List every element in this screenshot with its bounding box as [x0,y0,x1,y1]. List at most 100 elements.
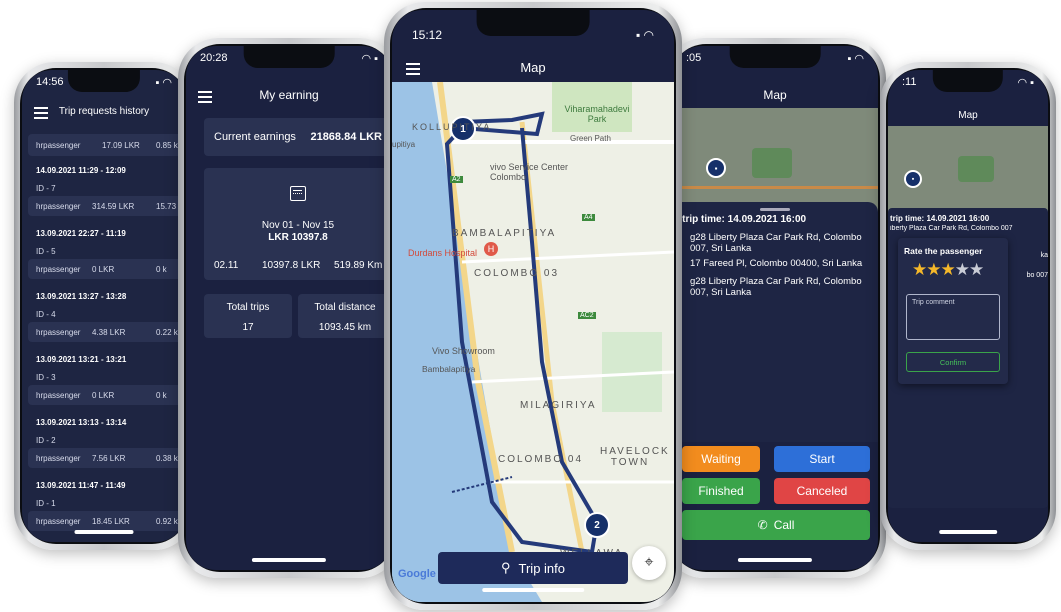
trip-id: ID - 1 [36,499,56,508]
current-earnings-label: Current earnings [214,131,296,143]
trip-id: ID - 3 [36,373,56,382]
waiting-button[interactable]: Waiting [682,446,760,472]
star-rating[interactable]: ★★★★★ [912,260,984,280]
period-distance: 519.89 Km [334,260,383,271]
my-location-button[interactable]: ⌖ [632,546,666,580]
map-label-bambalapitiya-station: Bambalapitiya [422,364,476,374]
trip-id: ID - 5 [36,247,56,256]
menu-icon[interactable] [198,88,212,106]
rate-title: Rate the passenger [904,246,983,256]
map-label-colombo03: COLOMBO 03 [474,268,560,279]
status-time: :05 [686,52,702,64]
map-label-milagiriya: MILAGIRIYA [520,400,597,411]
pickup-address: g28 Liberty Plaza Car Park Rd, Colombo 0… [690,232,862,254]
list-item[interactable]: hrpassenger 17.09 LKR 0.85 k [28,134,186,156]
map-label-durdans: Durdans Hospital [408,248,478,258]
trip-date-range: 13.09.2021 13:21 - 13:21 [36,355,127,364]
trip-id: ID - 4 [36,310,56,319]
list-item[interactable]: hrpassenger 18.45 LKR 0.92 k [28,511,186,531]
calendar-icon [290,186,306,201]
total-trips-value: 17 [242,322,254,333]
star-empty-icon[interactable]: ★ [955,260,970,279]
list-item[interactable]: hrpassenger 7.56 LKR 0.38 k [28,448,186,468]
trip-date-range: 13.09.2021 13:27 - 13:28 [36,292,127,301]
menu-icon[interactable] [34,104,48,122]
phone-trip-controls: :05 ▪ ◠ Map ▪ t trip time: 14.09.2021 16:… [664,38,886,578]
page-title: Trip requests history [58,105,150,117]
crosshair-icon: ⌖ [644,554,654,571]
confirm-button[interactable]: Confirm [906,352,1000,372]
star-filled-icon[interactable]: ★ [912,260,927,279]
status-time: 15:12 [412,28,443,42]
route-pin-icon[interactable]: ▪ [904,170,922,188]
map-label-colombo04: COLOMBO 04 [498,454,584,465]
map-label-pitiya: upitiya [392,140,416,149]
route-pin-icon[interactable]: ▪ [706,158,726,178]
road-marker-ac2: AC2 [578,312,596,319]
canceled-button[interactable]: Canceled [774,478,870,504]
dropoff-address: g28 Liberty Plaza Car Park Rd, Colombo 0… [690,276,862,298]
comment-placeholder: Trip comment [912,299,955,306]
list-item[interactable]: hrpassenger 0 LKR 0 k [28,259,186,279]
trip-date-range: 14.09.2021 11:29 - 12:09 [36,166,126,175]
period-range: Nov 01 - Nov 15 [261,220,335,231]
map-label-green-path: Green Path [570,134,611,143]
call-button[interactable]: ✆ Call [682,510,870,540]
stop-address: 17 Fareed Pl, Colombo 00400, Sri Lanka [690,258,863,269]
total-distance-value: 1093.45 km [318,322,372,333]
total-trips-label: Total trips [226,302,270,313]
finished-button[interactable]: Finished [682,478,760,504]
list-item[interactable]: hrpassenger 4.38 LKR 0.22 k [28,322,186,342]
page-title: Map [520,59,546,75]
map-canvas [392,82,674,602]
list-item[interactable]: hrpassenger 314.59 LKR 15.73 k [28,196,186,216]
period-amount: 10397.8 LKR [262,260,321,271]
status-time: 20:28 [200,52,228,64]
google-logo: Google [398,568,436,580]
star-filled-icon[interactable]: ★ [941,260,956,279]
total-distance-label: Total distance [314,302,376,313]
trip-id: ID - 2 [36,436,56,445]
address-fragment: bo 007 [1026,272,1048,279]
status-time: :11 [902,76,917,88]
period-day: 02.11 [214,260,239,271]
trip-date-range: 13.09.2021 11:47 - 11:49 [36,481,126,490]
map-label-kollupitiya: KOLLUPITIYA [412,122,492,132]
trip-comment-input[interactable]: Trip comment [906,294,1000,340]
trip-date-range: 13.09.2021 13:13 - 13:14 [36,418,127,427]
page-title: Map [763,88,787,102]
map-label-vivo-showroom: Vivo Showroom [432,346,495,356]
total-trips-card: Total trips 17 [204,294,292,338]
call-label: Call [773,518,795,532]
trip-info-label: Trip info [518,560,565,576]
map-label-havelock: HAVELOCK TOWN [600,446,670,468]
phone-map: 15:12 ▪ ◠ Map 1 2 KOLLUPITIYA Viharamaha… [384,2,682,610]
start-button[interactable]: Start [774,446,870,472]
trip-start-time: trip time: 14.09.2021 16:00 [890,214,990,223]
trip-details-sheet: t trip time: 14.09.2021 16:00 g28 Libert… [672,202,878,442]
address-fragment: ka [1040,252,1048,259]
route-end-pin-icon[interactable]: 2 [584,512,610,538]
menu-icon[interactable] [406,60,420,78]
road-marker-a4: A4 [582,214,595,221]
map-view[interactable]: ▪ [888,126,1048,216]
period-card[interactable]: Nov 01 - Nov 15 LKR 10397.8 02.11 10397.… [204,168,392,280]
map-label-park: Viharamahadevi Park [564,104,630,124]
road-marker-a2: A2 [450,176,463,183]
star-filled-icon[interactable]: ★ [926,260,941,279]
phone-trip-history: 14:56 ▪ ◠ Trip requests history hrpasseng… [14,62,194,550]
phone-icon: ✆ [757,518,768,532]
page-title: Map [958,109,978,121]
star-empty-icon[interactable]: ★ [969,260,984,279]
rating-modal: Rate the passenger ★★★★★ Trip comment Co… [898,238,1008,384]
hospital-icon: H [484,242,498,256]
location-pin-icon: ⚲ [500,560,511,575]
map-view[interactable]: 1 2 KOLLUPITIYA Viharamahadevi Park Gree… [392,82,674,602]
trip-address: iberty Plaza Car Park Rd, Colombo 007 [890,225,1013,232]
map-label-vivo-service: vivo Service Center Colombo [490,162,569,182]
trip-date-range: 13.09.2021 22:27 - 11:19 [36,229,126,238]
trip-info-button[interactable]: ⚲ Trip info [438,552,628,584]
phone-earnings: 20:28 ◠ ▪ My earning Current earnings 218… [178,38,400,578]
period-total: LKR 10397.8 [268,232,328,243]
list-item[interactable]: hrpassenger 0 LKR 0 k [28,385,186,405]
